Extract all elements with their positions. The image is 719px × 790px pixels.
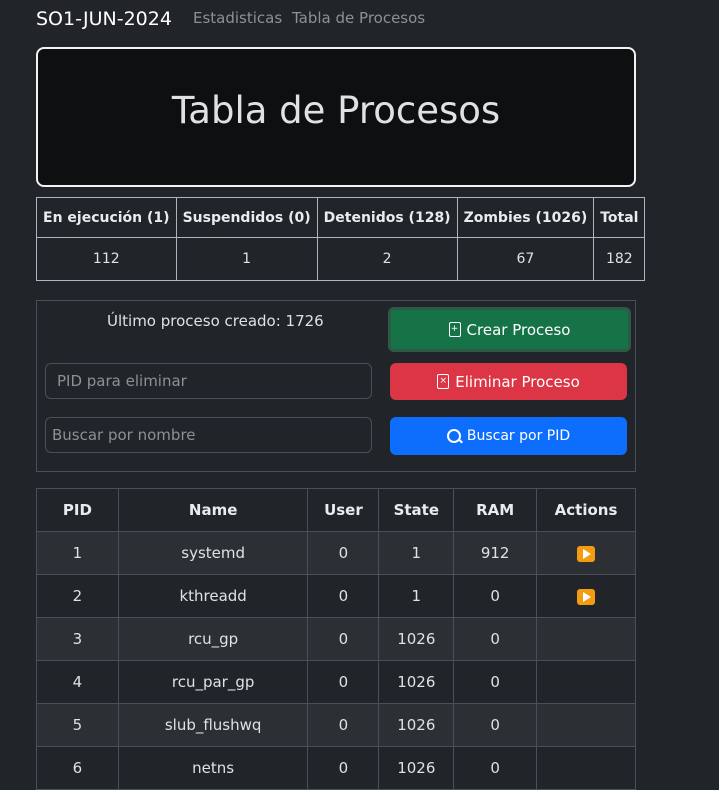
cell-name: kthreadd — [117, 574, 309, 618]
nav-link-estadisticas[interactable]: Estadisticas — [193, 9, 282, 27]
cell-user: 0 — [307, 617, 380, 661]
search-pid-label: Buscar por PID — [466, 428, 571, 444]
cell-state: 1026 — [378, 617, 455, 661]
table-row: 6 netns 0 1026 0 — [36, 746, 636, 790]
create-process-button[interactable]: + Crear Proceso — [388, 307, 631, 352]
cell-user: 0 — [307, 531, 380, 575]
table-row: 2 kthreadd 0 1 0 — [36, 574, 636, 618]
search-pid-button[interactable]: Buscar por PID — [390, 417, 627, 455]
cell-pid: 3 — [36, 617, 119, 661]
summary-table: En ejecución (1) Suspendidos (0) Detenid… — [36, 197, 646, 281]
table-row: 1 systemd 0 1 912 — [36, 531, 636, 575]
process-table: PID Name User State RAM Actions 1 system… — [36, 488, 636, 790]
summary-header-stopped: Detenidos (128) — [316, 197, 458, 238]
col-header-ram[interactable]: RAM — [453, 488, 538, 532]
cell-actions — [536, 746, 636, 790]
play-icon[interactable] — [577, 588, 596, 605]
cell-ram: 0 — [453, 574, 538, 618]
table-row: 3 rcu_gp 0 1026 0 — [36, 617, 636, 661]
create-process-label: Crear Proceso — [466, 320, 571, 339]
cell-actions — [536, 703, 636, 747]
col-header-pid[interactable]: PID — [36, 488, 119, 532]
cell-ram: 912 — [453, 531, 538, 575]
delete-process-button[interactable]: × Eliminar Proceso — [390, 363, 627, 400]
search-icon — [446, 429, 461, 443]
summary-value-suspended: 1 — [175, 237, 318, 281]
cell-pid: 1 — [36, 531, 119, 575]
brand[interactable]: SO1-JUN-2024 — [36, 8, 172, 30]
cell-name: systemd — [117, 531, 309, 575]
summary-header-zombies: Zombies (1026) — [456, 197, 595, 238]
hero-banner: Tabla de Procesos — [36, 47, 636, 187]
col-header-actions: Actions — [536, 488, 636, 532]
cell-actions — [536, 531, 636, 575]
process-control-panel: Último proceso creado: 1726 + Crear Proc… — [36, 300, 636, 472]
cell-ram: 0 — [453, 746, 538, 790]
pid-delete-input[interactable]: PID para eliminar — [45, 363, 372, 399]
cell-state: 1 — [378, 574, 455, 618]
cell-pid: 2 — [36, 574, 119, 618]
file-plus-icon: + — [448, 322, 461, 337]
cell-pid: 5 — [36, 703, 119, 747]
table-row: 5 slub_flushwq 0 1026 0 — [36, 703, 636, 747]
name-search-input[interactable]: Buscar por nombre — [45, 417, 372, 453]
cell-pid: 6 — [36, 746, 119, 790]
col-header-user[interactable]: User — [307, 488, 380, 532]
summary-value-stopped: 2 — [316, 237, 458, 281]
cell-pid: 4 — [36, 660, 119, 704]
summary-value-running: 112 — [36, 237, 177, 281]
cell-actions — [536, 617, 636, 661]
cell-name: rcu_par_gp — [117, 660, 309, 704]
file-x-icon: × — [437, 374, 450, 389]
cell-state: 1026 — [378, 703, 455, 747]
summary-value-total: 182 — [593, 237, 646, 281]
cell-actions — [536, 574, 636, 618]
summary-header-total: Total — [593, 197, 646, 238]
summary-header-suspended: Suspendidos (0) — [175, 197, 318, 238]
cell-ram: 0 — [453, 660, 538, 704]
cell-state: 1026 — [378, 660, 455, 704]
cell-state: 1026 — [378, 746, 455, 790]
cell-actions — [536, 660, 636, 704]
delete-process-label: Eliminar Proceso — [455, 372, 580, 391]
play-icon[interactable] — [577, 545, 596, 562]
cell-name: slub_flushwq — [117, 703, 309, 747]
summary-value-zombies: 67 — [456, 237, 595, 281]
col-header-state[interactable]: State — [378, 488, 455, 532]
cell-state: 1 — [378, 531, 455, 575]
summary-header-running: En ejecución (1) — [36, 197, 177, 238]
col-header-name[interactable]: Name — [117, 488, 309, 532]
nav-link-tabla-procesos[interactable]: Tabla de Procesos — [292, 9, 425, 27]
cell-user: 0 — [307, 703, 380, 747]
page-title: Tabla de Procesos — [171, 89, 501, 132]
cell-ram: 0 — [453, 703, 538, 747]
last-created-label: Último proceso creado: 1726 — [107, 312, 324, 330]
cell-ram: 0 — [453, 617, 538, 661]
cell-user: 0 — [307, 746, 380, 790]
cell-name: netns — [117, 746, 309, 790]
cell-user: 0 — [307, 574, 380, 618]
cell-user: 0 — [307, 660, 380, 704]
table-row: 4 rcu_par_gp 0 1026 0 — [36, 660, 636, 704]
navbar: SO1-JUN-2024 Estadisticas Tabla de Proce… — [0, 0, 719, 38]
cell-name: rcu_gp — [117, 617, 309, 661]
